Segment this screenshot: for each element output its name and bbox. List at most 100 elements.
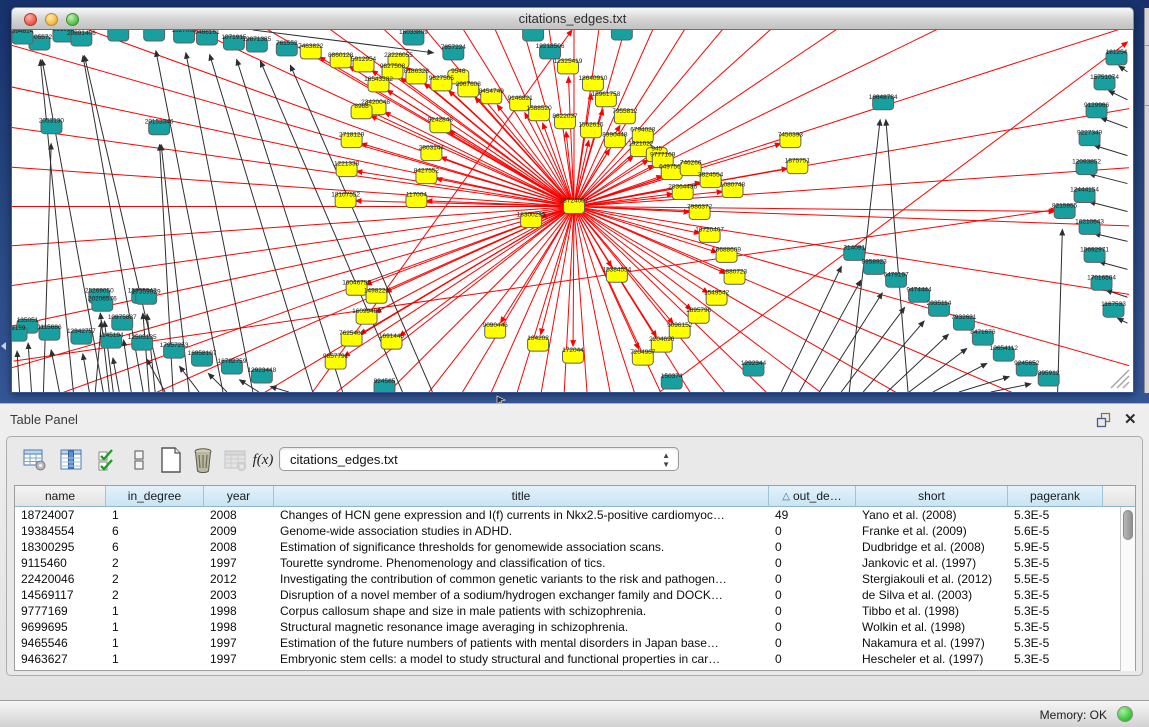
graph-node[interactable]: 18720407 [695,226,724,242]
graph-node[interactable]: 895912 [1038,370,1060,386]
graph-node[interactable]: 18640910 [579,75,608,91]
cell-out_de[interactable]: 0 [769,523,856,539]
cell-short[interactable]: Jankovic et al. (1997) [856,555,1008,571]
cell-in_degree[interactable]: 6 [106,539,204,555]
graph-node[interactable]: 39159 [12,325,27,341]
graph-node[interactable]: 104437 [107,30,129,41]
table-scrollbar[interactable] [1120,507,1135,671]
cell-year[interactable]: 1997 [204,555,274,571]
column-header-pagerank[interactable]: pagerank [1008,486,1103,506]
graph-node[interactable]: 17016504 [1087,274,1116,290]
cell-out_de[interactable]: 0 [769,651,856,667]
graph-node[interactable]: 9466161 [194,30,220,45]
graph-node[interactable]: 1167533 [1101,301,1126,317]
graph-node[interactable]: 9857791 [323,353,349,369]
graph-node[interactable]: 1562615 [578,122,604,138]
table-settings-icon[interactable] [21,446,49,474]
cell-in_degree[interactable]: 6 [106,523,204,539]
graph-node[interactable]: 20153346 [145,119,174,135]
graph-node[interactable]: 9245652 [1014,360,1040,376]
cell-out_de[interactable]: 0 [769,635,856,651]
cell-year[interactable]: 1998 [204,603,274,619]
table-row[interactable]: 1456911722003Disruption of a novel membe… [15,587,1135,603]
new-table-icon[interactable] [157,446,185,474]
table-header-row[interactable]: namein_degreeyeartitle△out_de…shortpager… [15,486,1135,507]
graph-node[interactable]: 7857224 [441,44,467,60]
cell-in_degree[interactable]: 1 [106,619,204,635]
cell-name[interactable]: 19384554 [15,523,106,539]
graph-node[interactable]: 2053130 [39,118,65,134]
cell-in_degree[interactable]: 2 [106,587,204,603]
graph-node[interactable]: 1895796 [686,307,712,323]
graph-node[interactable]: 8471676 [970,329,996,345]
graph-node[interactable]: 15751074 [1090,74,1119,90]
graph-node[interactable]: 10975887 [108,314,137,330]
graph-node[interactable]: 7450393 [778,132,804,148]
graph-node[interactable]: 1292344 [741,360,767,376]
cell-title[interactable]: Investigating the contribution of common… [274,571,769,587]
column-header-year[interactable]: year [204,486,274,506]
graph-node[interactable]: 761552 [276,40,298,56]
graph-node[interactable]: 15692971 [1080,246,1109,262]
cell-pagerank[interactable]: 5.3E-5 [1008,635,1103,651]
graph-node[interactable]: 8454749 [479,88,505,104]
graph-node[interactable]: 8215955 [1052,203,1078,219]
cell-out_de[interactable]: 0 [769,555,856,571]
graph-node[interactable]: 7986372 [687,204,713,220]
resize-grip-icon[interactable] [1107,366,1131,390]
graph-node[interactable]: 181254 [1106,49,1128,65]
graph-node[interactable]: 8990448 [602,132,628,148]
table-row[interactable]: 1938455462009Genome-wide association stu… [15,523,1135,539]
graph-node[interactable]: 1145194 [99,332,124,348]
citation-network-graph[interactable]: 1405572894614231913208914061044371065328… [12,30,1129,392]
cell-year[interactable]: 1997 [204,635,274,651]
graph-node[interactable]: 16958107 [188,350,217,366]
cell-pagerank[interactable]: 5.3E-5 [1008,587,1103,603]
graph-node[interactable]: 924565 [374,378,396,392]
graph-node[interactable]: 150374 [661,373,683,389]
graph-node[interactable]: 1080748 [720,182,746,198]
cell-pagerank[interactable]: 5.5E-5 [1008,571,1103,587]
graph-node[interactable]: 172044 [562,347,584,363]
cell-pagerank[interactable]: 5.6E-5 [1008,523,1103,539]
graph-node[interactable]: 12342757 [67,328,96,344]
graph-node[interactable]: 16210643 [1075,218,1104,234]
hub-node[interactable]: 18724007 [560,198,589,214]
table-row[interactable]: 969969511998Structural magnetic resonanc… [15,619,1135,635]
graph-node[interactable]: 861305 [611,30,633,40]
cell-name[interactable]: 9777169 [15,603,106,619]
graph-node[interactable]: 1527002 [171,30,197,43]
delete-rows-icon[interactable] [189,446,217,474]
graph-node[interactable]: 16099489 [352,308,381,324]
graph-node[interactable]: 12444154 [1070,187,1099,203]
graph-node[interactable]: 7204967 [630,349,656,365]
graph-node[interactable]: 19218506 [536,43,565,59]
cell-name[interactable]: 9465546 [15,635,106,651]
cell-title[interactable]: Genome-wide association studies in ADHD. [274,523,769,539]
graph-node[interactable]: 894614 [12,30,34,44]
graph-node[interactable]: 2967608 [456,81,482,97]
cell-year[interactable]: 2008 [204,507,274,523]
graph-node[interactable]: 19671385 [242,36,271,52]
cell-year[interactable]: 1998 [204,619,274,635]
graph-node[interactable]: 2803144 [419,145,445,161]
cell-short[interactable]: Stergiakouli et al. (2012) [856,571,1008,587]
graph-node[interactable]: 10688609 [712,246,741,262]
select-rows-icon[interactable] [93,446,121,474]
cell-in_degree[interactable]: 2 [106,555,204,571]
cell-out_de[interactable]: 0 [769,571,856,587]
show-columns-icon[interactable] [57,446,85,474]
cell-name[interactable]: 9115460 [15,555,106,571]
table-row[interactable]: 1830029562008Estimation of significance … [15,539,1135,555]
graph-node[interactable]: 8822037 [552,113,578,129]
cell-short[interactable]: Nakamura et al. (1997) [856,635,1008,651]
table-row[interactable]: 977716911998Corpus callosum shape and si… [15,603,1135,619]
graph-node[interactable]: 9827505 [429,75,455,91]
column-header-short[interactable]: short [856,486,1008,506]
graph-node[interactable]: 9129966 [1084,102,1110,118]
graph-node[interactable]: 7463822 [298,43,324,59]
column-header-out_de[interactable]: △out_de… [769,486,856,506]
cell-in_degree[interactable]: 1 [106,651,204,667]
table-row[interactable]: 1872400712008Changes of HCN gene express… [15,507,1135,523]
graph-node[interactable]: 16782759 [218,358,247,374]
